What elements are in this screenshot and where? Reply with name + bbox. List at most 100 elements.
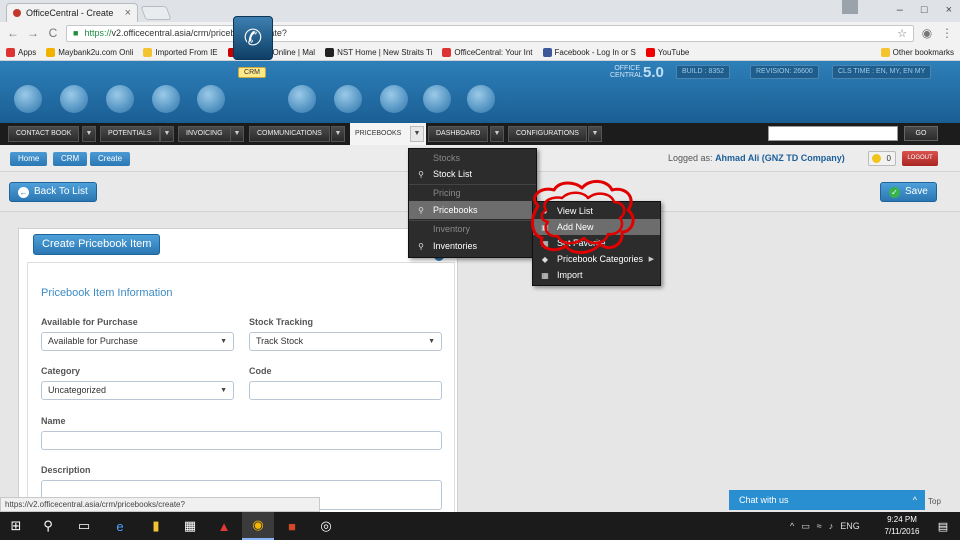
search-icon[interactable]: ⚲: [32, 512, 64, 540]
profile-icon[interactable]: [842, 0, 858, 14]
nav-dropdown-icon[interactable]: ▼: [82, 126, 96, 142]
chat-widget[interactable]: Chat with us ^: [729, 490, 925, 510]
locale-info: CLS TIME : EN, MY, EN MY: [832, 65, 932, 79]
report-module-icon[interactable]: [467, 85, 495, 113]
url-input[interactable]: ■ https://v2.officecentral.asia/crm/pric…: [66, 24, 914, 42]
forward-icon[interactable]: →: [26, 26, 40, 40]
browser-menu-icon[interactable]: ⋮: [940, 26, 954, 40]
to-top-link[interactable]: Top: [928, 497, 941, 506]
clock-date: 7/11/2016: [884, 527, 920, 536]
taskbar-clock[interactable]: 9:24 PM 7/11/2016: [878, 514, 926, 538]
bookmark-item[interactable]: Apps: [6, 47, 36, 57]
bookmark-item[interactable]: NST Home | New Straits Ti: [325, 47, 432, 57]
name-input[interactable]: [41, 431, 442, 450]
nav-dropdown-icon[interactable]: ▼: [588, 126, 602, 142]
bookmark-favicon-icon: [442, 47, 452, 57]
back-icon[interactable]: ←: [6, 26, 20, 40]
store-icon[interactable]: ▦: [174, 512, 206, 540]
chart-module-icon[interactable]: [152, 85, 180, 113]
back-to-list-button[interactable]: ← Back To List: [9, 182, 97, 202]
bookmark-item[interactable]: OfficeCentral: Your Int: [442, 47, 533, 57]
category-select[interactable]: Uncategorized ▼: [41, 381, 234, 400]
brand-version: 5.0: [643, 64, 664, 81]
reload-icon[interactable]: C: [46, 26, 60, 40]
submenu-import[interactable]: ▦ Import: [533, 267, 660, 283]
menu-item-inventories[interactable]: ⚲ Inventories: [409, 237, 536, 255]
powerpoint-icon[interactable]: ■: [276, 512, 308, 540]
nav-contact-book[interactable]: CONTACT BOOK: [8, 126, 80, 142]
maximize-icon[interactable]: □: [921, 4, 928, 16]
nav-dropdown-icon[interactable]: ▼: [230, 126, 244, 142]
code-input[interactable]: [249, 381, 442, 400]
windows-start-icon[interactable]: ⊞: [0, 512, 32, 540]
breadcrumb-create[interactable]: Create: [90, 152, 131, 166]
breadcrumb-crm[interactable]: CRM: [53, 152, 88, 166]
menu-item-pricebooks[interactable]: ⚲ Pricebooks: [409, 201, 536, 219]
nav-communications[interactable]: COMMUNICATIONS: [249, 126, 330, 142]
info-module-icon[interactable]: [423, 85, 451, 113]
dashboard-module-icon[interactable]: [14, 85, 42, 113]
acrobat-icon[interactable]: ▲: [208, 512, 240, 540]
chrome-icon[interactable]: ◉: [242, 512, 274, 540]
close-icon[interactable]: ×: [946, 4, 952, 16]
people-module-icon[interactable]: [60, 85, 88, 113]
phone-icon[interactable]: ✆: [233, 16, 273, 60]
bookmark-item[interactable]: YouTube: [645, 47, 689, 57]
logged-user: Ahmad Ali (GNZ TD Company): [715, 153, 845, 163]
notification-button[interactable]: 0: [868, 151, 896, 166]
browser-tab[interactable]: OfficeCentral - Create ×: [6, 3, 138, 22]
new-tab-button[interactable]: [140, 6, 172, 20]
submenu-view-list[interactable]: ● View List: [533, 203, 660, 219]
nav-dashboard[interactable]: DASHBOARD: [428, 126, 489, 142]
nav-search-input[interactable]: [768, 126, 898, 141]
logout-button[interactable]: LOGOUT: [902, 151, 938, 166]
battery-icon[interactable]: ▭: [801, 521, 810, 532]
stock-tracking-select[interactable]: Track Stock ▼: [249, 332, 442, 351]
nav-dropdown-icon[interactable]: ▼: [490, 126, 504, 142]
nav-dropdown-icon[interactable]: ▼: [331, 126, 345, 142]
chevron-down-icon: ▼: [220, 338, 227, 345]
wifi-icon[interactable]: ≈: [817, 521, 822, 531]
inbox-module-icon[interactable]: [334, 85, 362, 113]
document-module-icon[interactable]: [197, 85, 225, 113]
extension-icon[interactable]: ◉: [920, 26, 934, 40]
file-explorer-icon[interactable]: ▮: [140, 512, 172, 540]
chevron-up-icon[interactable]: ^: [790, 521, 794, 531]
facebook-icon: [542, 47, 552, 57]
notifications-icon[interactable]: ▤: [930, 512, 956, 540]
nav-dropdown-icon[interactable]: ▼: [410, 126, 424, 142]
other-bookmarks[interactable]: Other bookmarks: [880, 47, 954, 57]
mail-module-icon[interactable]: [106, 85, 134, 113]
bookmark-star-icon[interactable]: ☆: [897, 27, 907, 40]
bookmark-item[interactable]: Imported From IE: [143, 47, 218, 57]
chevron-right-icon: ▶: [648, 256, 654, 263]
menu-heading-inventory: Inventory: [433, 224, 471, 234]
save-button[interactable]: ✓ Save: [880, 182, 937, 202]
breadcrumb-home[interactable]: Home: [10, 152, 48, 166]
nav-invoicing[interactable]: INVOICING: [178, 126, 231, 142]
bookmark-item[interactable]: Maybank2u.com Onli: [46, 47, 133, 57]
bookmarks-bar: Apps Maybank2u.com Onli Imported From IE…: [0, 44, 960, 61]
nav-potentials[interactable]: POTENTIALS: [100, 126, 160, 142]
menu-item-stock-list[interactable]: ⚲ Stock List: [409, 165, 536, 183]
nav-dropdown-icon[interactable]: ▼: [160, 126, 174, 142]
section-title: Pricebook Item Information: [41, 287, 173, 299]
chat-module-icon[interactable]: [288, 85, 316, 113]
submenu-add-new[interactable]: ▣ Add New: [533, 219, 660, 235]
nav-go-button[interactable]: GO: [904, 126, 938, 141]
address-bar-row: ← → C ■ https://v2.officecentral.asia/cr…: [0, 22, 960, 44]
available-select[interactable]: Available for Purchase ▼: [41, 332, 234, 351]
submenu-set-favorite[interactable]: ▦ Set Favorite: [533, 235, 660, 251]
edge-icon[interactable]: e: [104, 512, 136, 540]
tab-close-icon[interactable]: ×: [125, 7, 131, 19]
bookmark-item[interactable]: Facebook - Log In or S: [542, 47, 636, 57]
folder-icon: [880, 47, 890, 57]
gear-module-icon[interactable]: [380, 85, 408, 113]
app-icon[interactable]: ◎: [310, 512, 342, 540]
task-view-icon[interactable]: ▭: [68, 512, 100, 540]
submenu-pricebook-categories[interactable]: ◆ Pricebook Categories ▶: [533, 251, 660, 267]
minimize-icon[interactable]: –: [897, 4, 903, 16]
volume-icon[interactable]: ♪: [829, 521, 834, 531]
nav-configurations[interactable]: CONFIGURATIONS: [508, 126, 587, 142]
language-indicator[interactable]: ENG: [840, 521, 860, 531]
